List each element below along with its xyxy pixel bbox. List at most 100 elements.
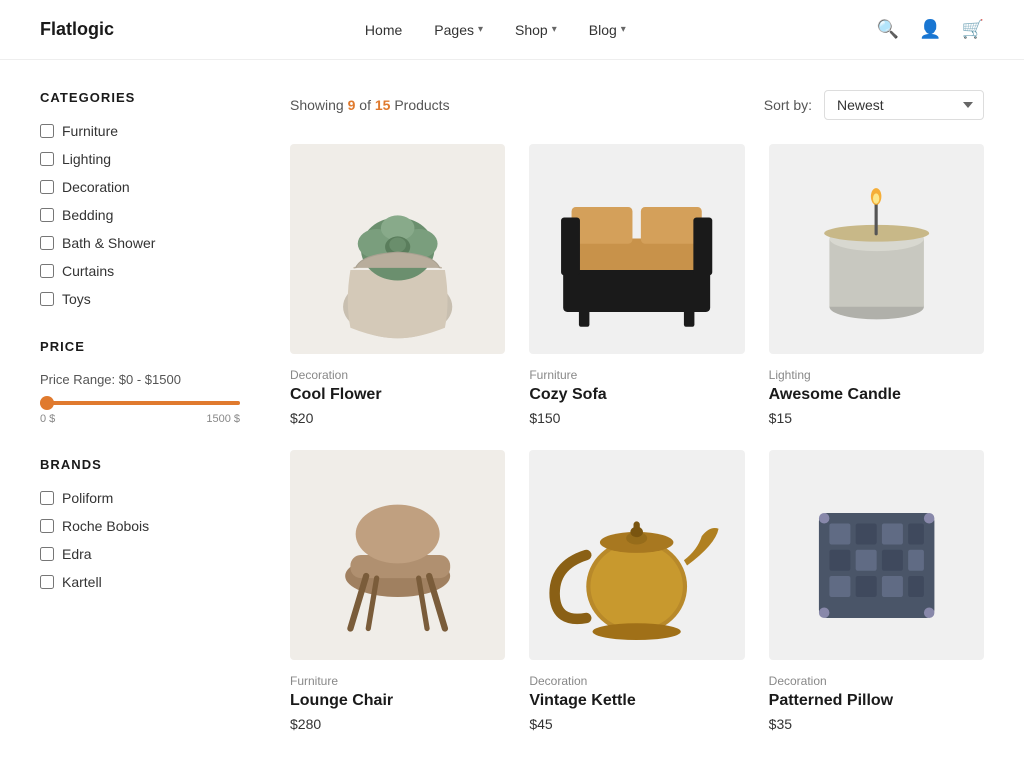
bath-shower-checkbox[interactable] xyxy=(40,236,54,250)
price-range-labels: 0 $ 1500 $ xyxy=(40,413,240,425)
chevron-down-icon: ▾ xyxy=(621,24,626,35)
brand-label: Poliform xyxy=(62,490,113,506)
product-name: Patterned Pillow xyxy=(769,692,984,710)
brands-section: BRANDS Poliform Roche Bobois Edra Kartel… xyxy=(40,457,240,590)
user-icon[interactable]: 👤 xyxy=(919,19,941,40)
sidebar: CATEGORIES Furniture Lighting Decoration… xyxy=(40,60,260,762)
poliform-checkbox[interactable] xyxy=(40,491,54,505)
nav-home[interactable]: Home xyxy=(365,22,402,38)
toys-checkbox[interactable] xyxy=(40,292,54,306)
product-image xyxy=(769,144,984,354)
brands-title: BRANDS xyxy=(40,457,240,472)
showing-total: 15 xyxy=(375,97,391,113)
price-section: PRICE Price Range: $0 - $1500 0 $ 1500 $ xyxy=(40,339,240,425)
product-category: Decoration xyxy=(769,674,984,688)
product-image xyxy=(529,450,744,660)
bedding-checkbox[interactable] xyxy=(40,208,54,222)
furniture-checkbox[interactable] xyxy=(40,124,54,138)
product-image xyxy=(529,144,744,354)
nav-shop[interactable]: Shop ▾ xyxy=(515,22,557,38)
product-category: Furniture xyxy=(529,368,744,382)
sort-section: Sort by: Newest Oldest Price: Low to Hig… xyxy=(764,90,984,120)
edra-checkbox[interactable] xyxy=(40,547,54,561)
sort-label: Sort by: xyxy=(764,97,812,113)
price-title: PRICE xyxy=(40,339,240,354)
main-nav: Home Pages ▾ Shop ▾ Blog ▾ xyxy=(365,22,626,38)
logo: Flatlogic xyxy=(40,19,114,40)
list-item[interactable]: Lighting xyxy=(40,151,240,167)
product-price: $35 xyxy=(769,716,984,732)
price-range-thumb[interactable] xyxy=(40,396,54,410)
category-label: Bedding xyxy=(62,207,113,223)
list-item[interactable]: Edra xyxy=(40,546,240,562)
list-item[interactable]: Roche Bobois xyxy=(40,518,240,534)
category-label: Curtains xyxy=(62,263,114,279)
curtains-checkbox[interactable] xyxy=(40,264,54,278)
list-item[interactable]: Decoration xyxy=(40,179,240,195)
product-image xyxy=(769,450,984,660)
product-image xyxy=(290,450,505,660)
product-card[interactable]: Decoration Patterned Pillow $35 xyxy=(769,450,984,732)
brand-label: Roche Bobois xyxy=(62,518,149,534)
price-max: 1500 $ xyxy=(206,413,240,425)
product-card[interactable]: Furniture Cozy Sofa $150 xyxy=(529,144,744,426)
price-min: 0 $ xyxy=(40,413,55,425)
list-item[interactable]: Bedding xyxy=(40,207,240,223)
product-price: $45 xyxy=(529,716,744,732)
decoration-checkbox[interactable] xyxy=(40,180,54,194)
roche-bobois-checkbox[interactable] xyxy=(40,519,54,533)
showing-text: Showing 9 of 15 Products xyxy=(290,97,450,113)
nav-blog[interactable]: Blog ▾ xyxy=(589,22,626,38)
product-name: Cozy Sofa xyxy=(529,386,744,404)
header: Flatlogic Home Pages ▾ Shop ▾ Blog ▾ 🔍 👤… xyxy=(0,0,1024,60)
price-range-track xyxy=(40,401,240,405)
list-item[interactable]: Furniture xyxy=(40,123,240,139)
chevron-down-icon: ▾ xyxy=(552,24,557,35)
content-header: Showing 9 of 15 Products Sort by: Newest… xyxy=(290,90,984,120)
product-content: Showing 9 of 15 Products Sort by: Newest… xyxy=(260,60,984,762)
list-item[interactable]: Toys xyxy=(40,291,240,307)
product-category: Furniture xyxy=(290,674,505,688)
category-label: Toys xyxy=(62,291,91,307)
product-price: $15 xyxy=(769,410,984,426)
showing-suffix: Products xyxy=(390,97,449,113)
kartell-checkbox[interactable] xyxy=(40,575,54,589)
brand-list: Poliform Roche Bobois Edra Kartell xyxy=(40,490,240,590)
brand-label: Kartell xyxy=(62,574,102,590)
showing-prefix: Showing xyxy=(290,97,348,113)
lighting-checkbox[interactable] xyxy=(40,152,54,166)
chevron-down-icon: ▾ xyxy=(478,24,483,35)
product-name: Cool Flower xyxy=(290,386,505,404)
product-card[interactable]: Decoration Cool Flower $20 xyxy=(290,144,505,426)
category-label: Bath & Shower xyxy=(62,235,155,251)
categories-title: CATEGORIES xyxy=(40,90,240,105)
showing-of: of xyxy=(355,97,374,113)
product-name: Lounge Chair xyxy=(290,692,505,710)
category-label: Furniture xyxy=(62,123,118,139)
category-list: Furniture Lighting Decoration Bedding Ba… xyxy=(40,123,240,307)
sort-select[interactable]: Newest Oldest Price: Low to High Price: … xyxy=(824,90,984,120)
nav-pages[interactable]: Pages ▾ xyxy=(434,22,483,38)
product-card[interactable]: Furniture Lounge Chair $280 xyxy=(290,450,505,732)
list-item[interactable]: Poliform xyxy=(40,490,240,506)
header-icons: 🔍 👤 🛒 xyxy=(877,19,984,40)
list-item[interactable]: Curtains xyxy=(40,263,240,279)
main-container: CATEGORIES Furniture Lighting Decoration… xyxy=(0,60,1024,762)
product-name: Vintage Kettle xyxy=(529,692,744,710)
product-category: Decoration xyxy=(529,674,744,688)
product-price: $150 xyxy=(529,410,744,426)
search-icon[interactable]: 🔍 xyxy=(877,19,899,40)
product-category: Lighting xyxy=(769,368,984,382)
list-item[interactable]: Bath & Shower xyxy=(40,235,240,251)
brand-label: Edra xyxy=(62,546,92,562)
list-item[interactable]: Kartell xyxy=(40,574,240,590)
product-card[interactable]: Lighting Awesome Candle $15 xyxy=(769,144,984,426)
product-category: Decoration xyxy=(290,368,505,382)
price-range-fill xyxy=(40,401,240,405)
price-range-label: Price Range: $0 - $1500 xyxy=(40,372,240,387)
product-grid: Decoration Cool Flower $20 xyxy=(290,144,984,732)
product-card[interactable]: Decoration Vintage Kettle $45 xyxy=(529,450,744,732)
cart-icon[interactable]: 🛒 xyxy=(962,19,984,40)
product-name: Awesome Candle xyxy=(769,386,984,404)
category-label: Lighting xyxy=(62,151,111,167)
